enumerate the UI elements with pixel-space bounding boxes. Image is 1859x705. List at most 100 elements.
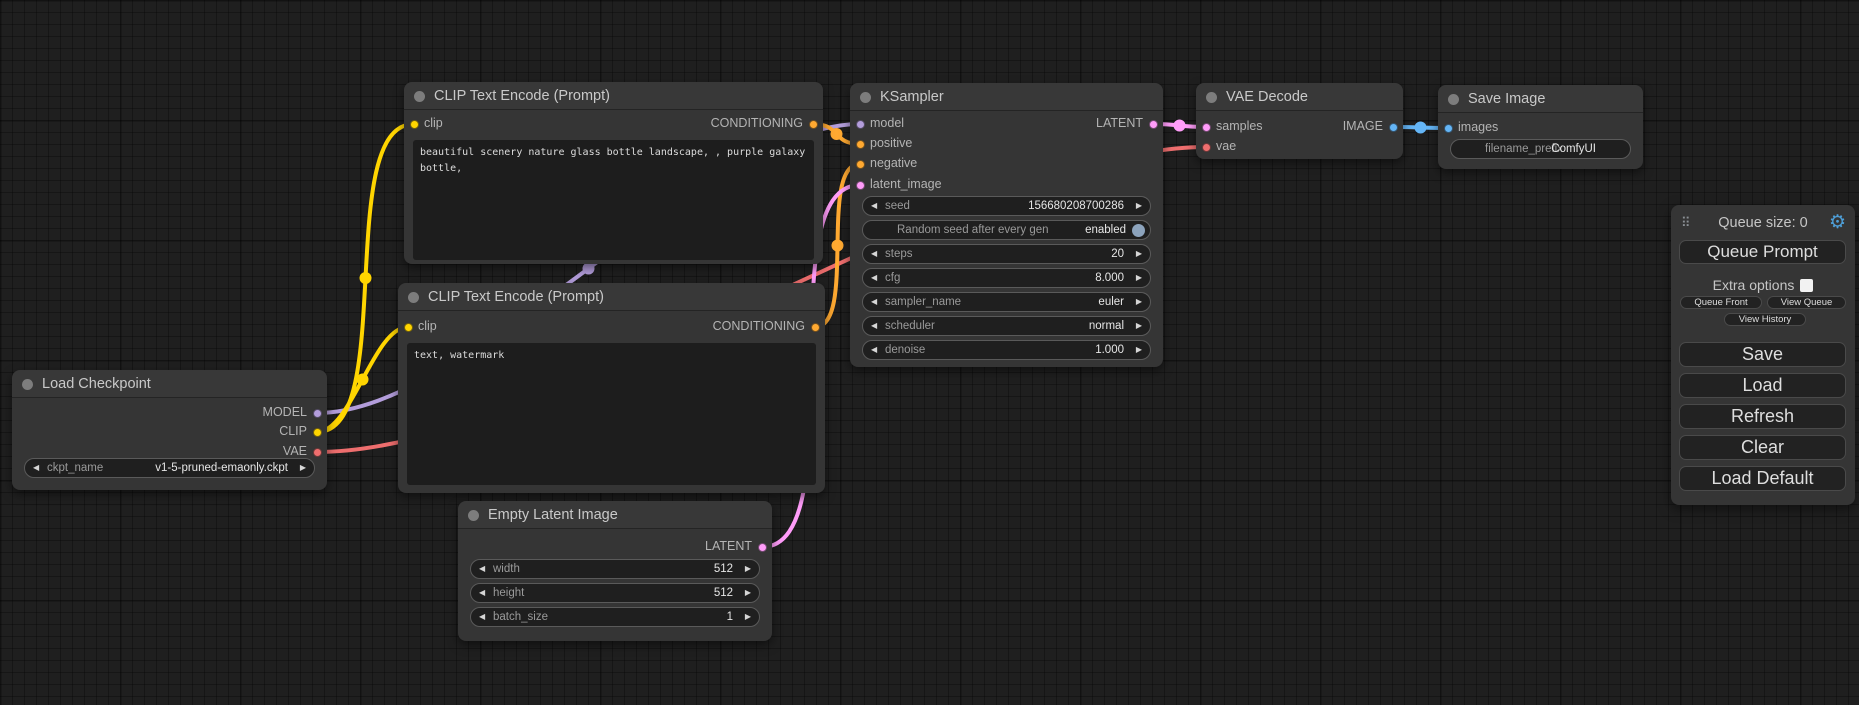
clear-button[interactable]: Clear [1679, 435, 1846, 460]
widget-value: euler [1098, 293, 1124, 311]
widget-value: enabled [1085, 221, 1126, 239]
view-history-button[interactable]: View History [1724, 313, 1806, 326]
link-midpoint-dot[interactable] [1174, 120, 1186, 132]
widget-random-seed-after-every-gen[interactable]: Random seed after every genenabled [862, 220, 1151, 240]
decrement-arrow-icon[interactable]: ◀ [479, 608, 485, 626]
gear-icon[interactable]: ⚙ [1829, 211, 1846, 234]
node-title: Save Image [1468, 91, 1545, 107]
widget-height[interactable]: ◀ ▶ height 512 [470, 583, 760, 603]
node-save-image[interactable]: Save Imageimagesfilename_prefixComfyUI [1438, 85, 1643, 169]
collapse-dot-icon[interactable] [414, 91, 425, 102]
increment-arrow-icon[interactable]: ▶ [300, 459, 306, 477]
input-port-vae[interactable] [1202, 143, 1211, 152]
queue-panel: ⠿ Queue size: 0 ⚙ Queue Prompt Extra opt… [1671, 205, 1855, 505]
node-vae-decode[interactable]: VAE DecodesamplesvaeIMAGE [1196, 83, 1403, 159]
widget-filename_prefix[interactable]: filename_prefixComfyUI [1450, 139, 1631, 159]
increment-arrow-icon[interactable]: ▶ [1136, 269, 1142, 287]
node-load-checkpoint[interactable]: Load CheckpointMODELCLIPVAE◀▶ckpt_namev1… [12, 370, 327, 490]
increment-arrow-icon[interactable]: ▶ [745, 560, 751, 578]
prompt-textarea[interactable]: beautiful scenery nature glass bottle la… [413, 140, 814, 260]
link-midpoint-dot[interactable] [831, 128, 843, 140]
node-header: CLIP Text Encode (Prompt) [404, 82, 823, 110]
decrement-arrow-icon[interactable]: ◀ [479, 584, 485, 602]
increment-arrow-icon[interactable]: ▶ [745, 584, 751, 602]
increment-arrow-icon[interactable]: ▶ [1136, 293, 1142, 311]
output-port-IMAGE[interactable] [1389, 123, 1398, 132]
graph-canvas[interactable]: Load CheckpointMODELCLIPVAE◀▶ckpt_namev1… [0, 0, 1859, 705]
output-port-MODEL[interactable] [313, 409, 322, 418]
increment-arrow-icon[interactable]: ▶ [1136, 317, 1142, 335]
node-clip-text-encode-negative[interactable]: CLIP Text Encode (Prompt)clipCONDITIONIN… [398, 283, 825, 493]
increment-arrow-icon[interactable]: ▶ [1136, 197, 1142, 215]
widget-label: height [493, 584, 524, 602]
decrement-arrow-icon[interactable]: ◀ [871, 245, 877, 263]
queue-front-button[interactable]: Queue Front [1680, 296, 1762, 309]
node-ksampler[interactable]: KSamplermodelpositivenegativelatent_imag… [850, 83, 1163, 367]
widget-batch_size[interactable]: ◀▶batch_size1 [470, 607, 760, 627]
input-port-negative[interactable] [856, 160, 865, 169]
widget-value: normal [1089, 317, 1124, 335]
output-port-LATENT[interactable] [758, 543, 767, 552]
load-button[interactable]: Load [1679, 373, 1846, 398]
output-port-CONDITIONING[interactable] [811, 323, 820, 332]
increment-arrow-icon[interactable]: ▶ [1136, 245, 1142, 263]
input-port-model[interactable] [856, 120, 865, 129]
input-port-clip[interactable] [404, 323, 413, 332]
decrement-arrow-icon[interactable]: ◀ [871, 293, 877, 311]
decrement-arrow-icon[interactable]: ◀ [871, 317, 877, 335]
link-load-checkpoint-to-clip-text-encode-negative [317, 327, 408, 432]
collapse-dot-icon[interactable] [468, 510, 479, 521]
output-port-CLIP[interactable] [313, 428, 322, 437]
widget-scheduler[interactable]: ◀▶schedulernormal [862, 316, 1151, 336]
decrement-arrow-icon[interactable]: ◀ [871, 269, 877, 287]
widget-width[interactable]: ◀▶width512 [470, 559, 760, 579]
input-port-positive[interactable] [856, 140, 865, 149]
widget-denoise[interactable]: ◀▶denoise1.000 [862, 340, 1151, 360]
widget-sampler_name[interactable]: ◀▶sampler_nameeuler [862, 292, 1151, 312]
save-button[interactable]: Save [1679, 342, 1846, 367]
input-port-label: vae [1216, 139, 1236, 153]
input-port-samples[interactable] [1202, 123, 1211, 132]
widget-steps[interactable]: ◀▶steps20 [862, 244, 1151, 264]
collapse-dot-icon[interactable] [860, 92, 871, 103]
node-clip-text-encode-positive[interactable]: CLIP Text Encode (Prompt)clipCONDITIONIN… [404, 82, 823, 264]
collapse-dot-icon[interactable] [1206, 92, 1217, 103]
link-midpoint-dot[interactable] [583, 263, 595, 275]
output-port-VAE[interactable] [313, 448, 322, 457]
view-queue-button[interactable]: View Queue [1767, 296, 1846, 309]
extra-options-checkbox[interactable] [1800, 279, 1813, 292]
load-default-button[interactable]: Load Default [1679, 466, 1846, 491]
widget-value: 156680208700286 [1028, 197, 1124, 215]
node-empty-latent-image[interactable]: Empty Latent ImageLATENT◀▶width512◀▶heig… [458, 501, 772, 641]
queue-prompt-button[interactable]: Queue Prompt [1679, 240, 1846, 264]
collapse-dot-icon[interactable] [408, 292, 419, 303]
node-header: Load Checkpoint [12, 370, 327, 398]
increment-arrow-icon[interactable]: ▶ [1136, 341, 1142, 359]
queue-panel-header: ⠿ Queue size: 0 ⚙ [1671, 213, 1855, 235]
collapse-dot-icon[interactable] [1448, 94, 1459, 105]
widget-value: 512 [714, 584, 733, 602]
input-port-clip[interactable] [410, 120, 419, 129]
widget-ckpt_name[interactable]: ◀▶ckpt_namev1-5-pruned-emaonly.ckpt [24, 458, 315, 478]
queue-size-label: Queue size: 0 [1671, 215, 1855, 231]
output-port-CONDITIONING[interactable] [809, 120, 818, 129]
increment-arrow-icon[interactable]: ▶ [745, 608, 751, 626]
collapse-dot-icon[interactable] [22, 379, 33, 390]
input-port-latent_image[interactable] [856, 181, 865, 190]
output-port-LATENT[interactable] [1149, 120, 1158, 129]
link-midpoint-dot[interactable] [832, 240, 844, 252]
link-midpoint-dot[interactable] [360, 272, 372, 284]
decrement-arrow-icon[interactable]: ◀ [479, 560, 485, 578]
decrement-arrow-icon[interactable]: ◀ [33, 459, 39, 477]
link-midpoint-dot[interactable] [357, 374, 369, 386]
toggle-circle[interactable] [1132, 224, 1145, 237]
link-midpoint-dot[interactable] [1415, 122, 1427, 134]
input-port-images[interactable] [1444, 124, 1453, 133]
widget-seed[interactable]: ◀▶seed156680208700286 [862, 196, 1151, 216]
decrement-arrow-icon[interactable]: ◀ [871, 197, 877, 215]
prompt-textarea[interactable]: text, watermark [407, 343, 816, 485]
node-title: CLIP Text Encode (Prompt) [428, 289, 604, 305]
refresh-button[interactable]: Refresh [1679, 404, 1846, 429]
decrement-arrow-icon[interactable]: ◀ [871, 341, 877, 359]
widget-cfg[interactable]: ◀▶cfg8.000 [862, 268, 1151, 288]
